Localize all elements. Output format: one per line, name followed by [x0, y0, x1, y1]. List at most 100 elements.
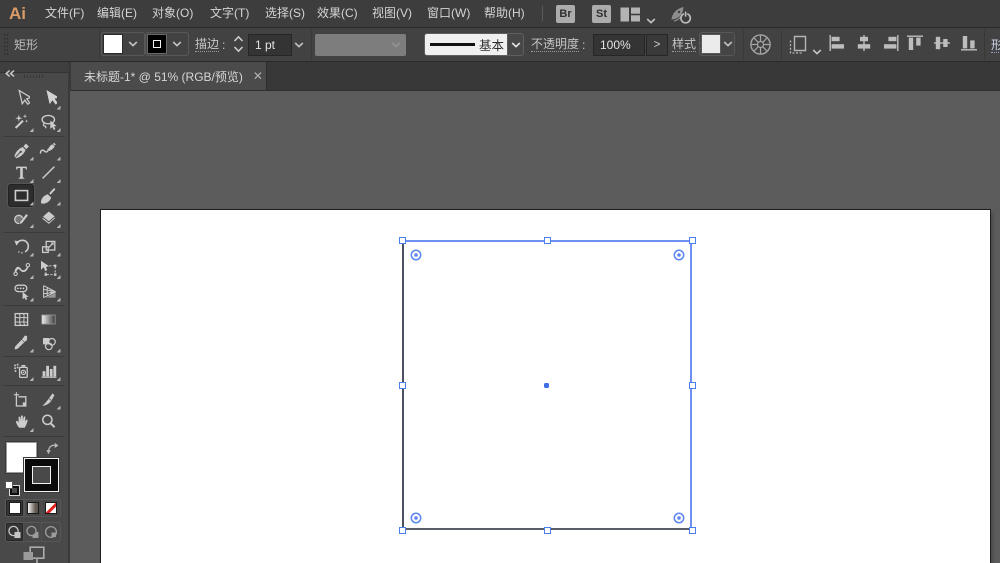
draw-normal-button[interactable]: [6, 523, 24, 541]
pen-tool[interactable]: [8, 139, 34, 162]
selected-rectangle[interactable]: [398, 236, 696, 534]
more-options-button[interactable]: >: [646, 34, 668, 56]
mesh-tool[interactable]: [8, 309, 34, 332]
selection-handle[interactable]: [688, 381, 696, 389]
document-tab[interactable]: 未标题-1* @ 51% (RGB/预览) ✕: [71, 62, 267, 90]
stroke-color-control[interactable]: [145, 32, 189, 56]
flyout-indicator: [56, 224, 61, 228]
recolor-artwork-icon[interactable]: [749, 33, 772, 61]
flyout-indicator: [56, 252, 61, 257]
column-graph-tool[interactable]: [35, 360, 61, 383]
symbol-sprayer-tool[interactable]: [8, 360, 34, 383]
width-tool[interactable]: [8, 258, 34, 281]
selection-handle[interactable]: [398, 526, 406, 534]
selection-handle[interactable]: [398, 236, 406, 244]
selection-handle[interactable]: [688, 236, 696, 244]
type-tool[interactable]: [8, 162, 34, 185]
opacity-panel-link[interactable]: 不透明度:: [531, 28, 585, 61]
select-similar-icon[interactable]: [788, 34, 810, 60]
chevron-down-icon[interactable]: [167, 41, 187, 47]
curvature-tool[interactable]: [35, 139, 61, 162]
corner-radius-widget[interactable]: [673, 248, 685, 260]
shape-panel-link[interactable]: 形: [991, 38, 1000, 53]
stroke-swatch[interactable]: [147, 34, 167, 54]
flyout-indicator: [56, 405, 61, 410]
rectangle-tool[interactable]: [8, 184, 34, 207]
selection-handle[interactable]: [543, 526, 551, 534]
default-fill-stroke-icon[interactable]: [5, 481, 19, 495]
stroke-panel-link[interactable]: 描边:: [195, 28, 225, 61]
selection-handle[interactable]: [543, 236, 551, 244]
zoom-tool[interactable]: [35, 411, 61, 434]
chevron-down-icon[interactable]: [646, 11, 656, 29]
menubar-divider: [542, 6, 543, 21]
style-swatch[interactable]: [701, 34, 721, 54]
opacity-field[interactable]: 100%: [593, 34, 645, 56]
align-center-h-icon[interactable]: [856, 35, 872, 56]
screen-mode-button[interactable]: [23, 546, 45, 563]
stock-button[interactable]: St: [592, 5, 611, 23]
draw-inside-button[interactable]: [42, 523, 60, 541]
stroke-color-well[interactable]: [24, 458, 59, 492]
brush-definition-control[interactable]: 基本: [424, 33, 524, 56]
fill-swatch[interactable]: [103, 34, 123, 54]
gpu-performance-icon[interactable]: [668, 4, 692, 29]
selection-center-point[interactable]: [544, 382, 549, 388]
graphic-style-link[interactable]: 样式:: [672, 28, 701, 61]
blend-tool[interactable]: [35, 331, 61, 354]
align-bottom-icon[interactable]: [961, 35, 977, 56]
stroke-weight-field[interactable]: 1 pt: [248, 34, 292, 56]
canvas-area[interactable]: [70, 91, 1000, 563]
chevron-down-icon[interactable]: [123, 41, 143, 47]
free-transform-tool[interactable]: [35, 258, 61, 281]
scale-tool[interactable]: [35, 235, 61, 258]
align-top-icon[interactable]: [907, 35, 923, 56]
tool-row: [0, 258, 68, 281]
chevron-down-icon[interactable]: [721, 33, 734, 55]
controlbar-grip[interactable]: [3, 33, 9, 57]
selection-handle[interactable]: [398, 381, 406, 389]
align-middle-v-icon[interactable]: [934, 35, 950, 56]
lasso-tool[interactable]: [35, 111, 61, 134]
bridge-button[interactable]: Br: [556, 5, 575, 23]
collapse-panel-icon[interactable]: [5, 64, 15, 82]
rotate-tool[interactable]: [8, 235, 34, 258]
artboard[interactable]: [101, 210, 990, 563]
eyedropper-tool[interactable]: [8, 331, 34, 354]
flyout-indicator: [29, 201, 34, 206]
align-right-icon[interactable]: [883, 35, 899, 56]
paintbrush-tool[interactable]: [35, 184, 61, 207]
color-fill-button[interactable]: [6, 500, 24, 516]
fill-color-control[interactable]: [101, 32, 145, 56]
corner-radius-widget[interactable]: [410, 248, 422, 260]
style-swatch-control[interactable]: [699, 32, 735, 56]
direct-selection-tool[interactable]: [35, 88, 61, 111]
tab-close-icon[interactable]: ✕: [253, 70, 263, 82]
mini-fill: [5, 481, 13, 489]
artboard-tool[interactable]: [8, 388, 34, 411]
align-left-icon[interactable]: [829, 35, 845, 56]
flyout-indicator: [56, 128, 61, 132]
perspective-grid-tool[interactable]: [35, 280, 61, 303]
slice-tool[interactable]: [35, 388, 61, 411]
corner-radius-widget[interactable]: [673, 511, 685, 523]
line-segment-tool[interactable]: [35, 162, 61, 185]
gradient-fill-button[interactable]: [24, 500, 42, 516]
selection-tool[interactable]: [8, 88, 34, 111]
draw-behind-button[interactable]: [24, 523, 42, 541]
hand-tool[interactable]: [8, 411, 34, 434]
shaper-tool[interactable]: [8, 207, 34, 230]
brush-preview[interactable]: 基本: [425, 34, 507, 55]
tools-panel-grip[interactable]: [24, 75, 44, 78]
corner-radius-widget[interactable]: [410, 511, 422, 523]
chevron-down-icon[interactable]: [812, 42, 822, 60]
magic-wand-tool[interactable]: [8, 111, 34, 134]
shape-builder-tool[interactable]: [8, 280, 34, 303]
selection-handle[interactable]: [688, 526, 696, 534]
gradient-tool[interactable]: [35, 309, 61, 332]
none-fill-button[interactable]: [42, 500, 60, 516]
chevron-down-icon[interactable]: [507, 34, 523, 55]
stroke-weight-dropdown-icon[interactable]: [294, 28, 304, 61]
eraser-tool[interactable]: [35, 207, 61, 230]
workspace-switcher-icon[interactable]: [620, 7, 640, 27]
